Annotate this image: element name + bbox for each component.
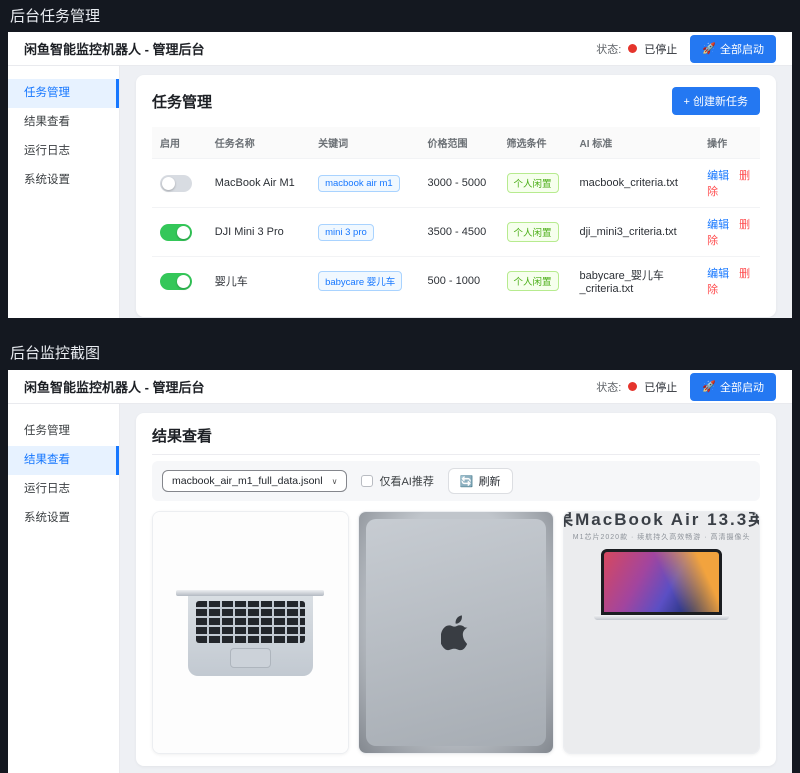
task-table: 启用 任务名称 关键词 价格范围 筛选条件 AI 标准 操作 MacBook (152, 127, 760, 305)
refresh-icon: 🔄 (460, 475, 474, 488)
col-filter: 筛选条件 (499, 127, 572, 159)
status-dot-icon (628, 44, 637, 53)
banner-heading: 苹果MacBook Air 13.3英寸 (564, 512, 759, 530)
col-enabled: 启用 (152, 127, 207, 159)
rocket-icon: 🚀 (702, 380, 716, 393)
col-keyword: 关键词 (310, 127, 419, 159)
sidebar-item-settings[interactable]: 系统设置 (8, 504, 119, 533)
task-name: DJI Mini 3 Pro (207, 208, 310, 257)
refresh-button[interactable]: 🔄 刷新 (448, 468, 513, 494)
laptop-trackpad-shape (230, 648, 271, 668)
price-range: 500 - 1000 (420, 257, 499, 306)
edit-link[interactable]: 编辑 (707, 219, 729, 231)
section1-title: 后台任务管理 (0, 0, 800, 32)
laptop-lid-shape (366, 519, 545, 746)
sidebar-item-task-management[interactable]: 任务管理 (8, 417, 119, 446)
status-label: 状态: (596, 379, 621, 395)
filter-tag: 个人闲置 (507, 173, 559, 193)
banner-subheading: M1芯片2020款 · 续航持久高效畅游 · 高清摄像头 (573, 532, 751, 542)
only-ai-checkbox-label[interactable]: 仅看AI推荐 (361, 473, 433, 489)
filter-tag: 个人闲置 (507, 222, 559, 242)
status-value: 已停止 (644, 41, 677, 57)
sidebar: 任务管理 结果查看 运行日志 系统设置 (8, 66, 120, 318)
status-label: 状态: (596, 41, 621, 57)
status-dot-icon (628, 382, 637, 391)
edit-link[interactable]: 编辑 (707, 170, 729, 182)
keyword-tag: macbook air m1 (318, 175, 400, 192)
create-task-button[interactable]: + 创建新任务 (672, 87, 760, 115)
app-title: 闲鱼智能监控机器人 - 管理后台 (24, 377, 205, 396)
criteria-file: macbook_criteria.txt (572, 159, 700, 208)
sidebar-item-logs[interactable]: 运行日志 (8, 137, 119, 166)
chevron-down-icon: ∨ (332, 477, 338, 486)
col-ai-criteria: AI 标准 (572, 127, 700, 159)
price-range: 3000 - 5000 (420, 159, 499, 208)
rocket-icon: 🚀 (702, 42, 716, 55)
task-enabled-toggle[interactable] (160, 175, 192, 192)
keyword-tag: babycare 婴儿车 (318, 271, 402, 291)
apple-logo-icon (441, 615, 471, 651)
window-header: 闲鱼智能监控机器人 - 管理后台 状态: 已停止 🚀 全部启动 (8, 32, 792, 66)
filter-tag: 个人闲置 (507, 271, 559, 291)
laptop-keyboard-shape (196, 601, 305, 643)
table-row: DJI Mini 3 Pro mini 3 pro 3500 - 4500 个人… (152, 208, 760, 257)
product-photo-macbook-lid (359, 512, 554, 753)
results-panel-title: 结果查看 (152, 425, 760, 446)
result-card: 苹果MacBook Air 13.3英寸 M1芯片2020款 · 续航持久高效畅… (563, 511, 760, 754)
result-cards: 苹果13寸MacBook Air，搭载M1芯片，8核CPU+ 7核GPU，256… (152, 511, 760, 754)
section2-title: 后台监控截图 (0, 318, 800, 370)
task-name: 婴儿车 (207, 257, 310, 306)
criteria-file: babycare_婴儿车_criteria.txt (572, 257, 700, 306)
laptop-hinge-shape (176, 590, 324, 596)
sidebar-item-task-management[interactable]: 任务管理 (8, 79, 119, 108)
col-actions: 操作 (699, 127, 760, 159)
keyword-tag: mini 3 pro (318, 224, 374, 241)
start-all-button[interactable]: 🚀 全部启动 (690, 35, 776, 63)
results-panel: 结果查看 macbook_air_m1_full_data.jsonl ∨ 仅看… (136, 413, 776, 766)
table-row: MacBook Air M1 macbook air m1 3000 - 500… (152, 159, 760, 208)
product-photo-macbook-keyboard (153, 512, 348, 753)
edit-link[interactable]: 编辑 (707, 268, 729, 280)
task-enabled-toggle[interactable] (160, 273, 192, 290)
criteria-file: dji_mini3_criteria.txt (572, 208, 700, 257)
sidebar-item-logs[interactable]: 运行日志 (8, 475, 119, 504)
result-card: 苹果13寸MacBook Air，搭载M1芯片，8核CPU+ 7核GPU，256… (152, 511, 349, 754)
laptop-screen-wallpaper-shape (601, 549, 722, 615)
laptop-deck-shape (188, 596, 313, 676)
results-window: 闲鱼智能监控机器人 - 管理后台 状态: 已停止 🚀 全部启动 任务管理 结果查… (8, 370, 792, 773)
price-range: 3500 - 4500 (420, 208, 499, 257)
only-ai-checkbox[interactable] (361, 475, 373, 487)
task-panel: 任务管理 + 创建新任务 启用 任务名称 关键词 价格范围 筛选条件 AI 标准… (136, 75, 776, 317)
laptop-front-shape (601, 549, 722, 620)
app-title: 闲鱼智能监控机器人 - 管理后台 (24, 39, 205, 58)
status-value: 已停止 (644, 379, 677, 395)
table-row: 婴儿车 babycare 婴儿车 500 - 1000 个人闲置 babycar… (152, 257, 760, 306)
result-file-select[interactable]: macbook_air_m1_full_data.jsonl ∨ (162, 470, 347, 492)
result-card: 2020MacBook Air M1 512G固态16g内存电池90%，循环75… (358, 511, 555, 754)
divider (152, 454, 760, 455)
col-price-range: 价格范围 (420, 127, 499, 159)
sidebar-item-settings[interactable]: 系统设置 (8, 166, 119, 195)
sidebar-item-results[interactable]: 结果查看 (8, 446, 119, 475)
task-name: MacBook Air M1 (207, 159, 310, 208)
laptop-base-shape (594, 615, 729, 620)
sidebar-item-results[interactable]: 结果查看 (8, 108, 119, 137)
sidebar: 任务管理 结果查看 运行日志 系统设置 (8, 404, 120, 773)
product-photo-macbook-banner: 苹果MacBook Air 13.3英寸 M1芯片2020款 · 续航持久高效畅… (564, 512, 759, 753)
task-panel-title: 任务管理 (152, 91, 212, 112)
task-enabled-toggle[interactable] (160, 224, 192, 241)
col-name: 任务名称 (207, 127, 310, 159)
window-header: 闲鱼智能监控机器人 - 管理后台 状态: 已停止 🚀 全部启动 (8, 370, 792, 404)
start-all-button[interactable]: 🚀 全部启动 (690, 373, 776, 401)
task-management-window: 闲鱼智能监控机器人 - 管理后台 状态: 已停止 🚀 全部启动 任务管理 结果查… (8, 32, 792, 318)
filter-bar: macbook_air_m1_full_data.jsonl ∨ 仅看AI推荐 … (152, 461, 760, 501)
